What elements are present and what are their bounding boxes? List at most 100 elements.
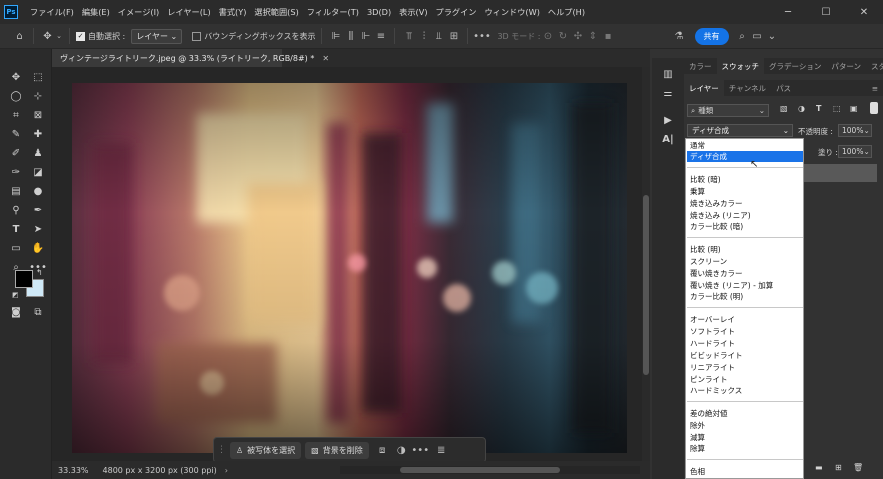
maximize-button[interactable]: ☐ [807,0,845,24]
more-icon[interactable]: ••• [411,445,429,456]
healing-brush-icon[interactable]: ✚ [29,126,47,142]
screen-mode-icon[interactable]: ⧉ [29,304,47,320]
eraser-tool-icon[interactable]: ◪ [29,164,47,180]
drag-handle-icon[interactable]: ⋮ [217,445,226,455]
blend-pin-light[interactable]: ピンライト [687,374,803,385]
remove-background-button[interactable]: ▧ 背景を削除 [305,441,369,459]
document-image[interactable] [72,83,627,453]
path-select-tool-icon[interactable]: ➤ [29,221,47,237]
tab-channels[interactable]: チャンネル [724,80,771,96]
quick-select-tool-icon[interactable]: ⊹ [29,88,47,104]
adjustment-filter-icon[interactable]: ◑ [798,104,805,113]
move-tool-icon[interactable]: ✥ [7,69,25,85]
menu-help[interactable]: ヘルプ(H) [544,6,589,18]
align-middle-icon[interactable]: ⫶ [416,31,431,42]
type-tool-icon[interactable]: T [7,221,25,237]
blur-tool-icon[interactable]: ● [29,183,47,199]
3d-orbit-icon[interactable]: ⊙ [541,31,556,42]
vertical-scrollbar[interactable] [642,67,650,461]
blend-dissolve[interactable]: ディザ合成 [687,151,803,162]
menu-select[interactable]: 選択範囲(S) [250,6,302,18]
workspace-chevron-icon[interactable]: ⌄ [765,31,780,42]
blend-divide[interactable]: 除算 [687,443,803,454]
3d-pan-icon[interactable]: ✣ [571,31,586,42]
new-layer-icon[interactable]: ⊞ [835,463,842,472]
blend-lighten[interactable]: 比較 (明) [687,244,803,255]
flask-icon[interactable]: ⚗ [672,31,687,42]
shape-tool-icon[interactable]: ▭ [7,240,25,256]
blend-lighter-color[interactable]: カラー比較 (明) [687,291,803,302]
new-group-icon[interactable]: ▬ [815,463,823,472]
filter-toggle[interactable] [870,102,878,114]
blend-linear-dodge[interactable]: 覆い焼き (リニア) - 加算 [687,280,803,291]
tab-patterns[interactable]: パターン [826,58,866,74]
fill-field[interactable]: 100% ⌄ [838,145,872,158]
status-arrow-icon[interactable]: › [225,466,228,475]
auto-select-checkbox[interactable]: ✓ 自動選択 : [76,31,125,42]
stamp-tool-icon[interactable]: ♟ [29,145,47,161]
blend-color-dodge[interactable]: 覆い焼きカラー [687,268,803,279]
default-colors-icon[interactable]: ◩ [12,291,19,299]
blend-screen[interactable]: スクリーン [687,256,803,267]
type-filter-icon[interactable]: T [816,104,821,113]
align-left-icon[interactable]: ⊫ [328,31,343,42]
tab-color[interactable]: カラー [684,58,717,74]
document-size[interactable]: 4800 px x 3200 px (300 ppi) [103,466,217,475]
crop-tool-icon[interactable]: ⌗ [7,107,25,123]
search-icon[interactable]: ⌕ [735,31,750,42]
blend-soft-light[interactable]: ソフトライト [687,326,803,337]
menu-edit[interactable]: 編集(E) [78,6,114,18]
delete-layer-icon[interactable]: 🗑 [853,463,863,472]
brush-tool-icon[interactable]: ✐ [7,145,25,161]
actions-play-icon[interactable]: ▶ [659,112,677,128]
smart-object-filter-icon[interactable]: ▣ [850,104,858,113]
shape-filter-icon[interactable]: ⬚ [833,104,841,113]
3d-slide-icon[interactable]: ⇕ [586,31,601,42]
frame-tool-icon[interactable]: ⊠ [29,107,47,123]
chevron-down-icon[interactable]: ⌄ [55,32,63,40]
layer-kind-filter[interactable]: ⌕ 種類 ⌄ [687,104,769,117]
close-tab-icon[interactable]: ✕ [322,54,329,63]
adjustments-panel-icon[interactable]: ⚌ [659,85,677,101]
move-tool-icon[interactable]: ✥ [40,31,55,42]
blend-overlay[interactable]: オーバーレイ [687,314,803,325]
select-subject-button[interactable]: ♙ 被写体を選択 [230,441,302,459]
photoshop-logo-icon[interactable]: Ps [4,5,18,19]
gradient-tool-icon[interactable]: ▤ [7,183,25,199]
blend-vivid-light[interactable]: ビビッドライト [687,350,803,361]
tab-styles[interactable]: スタイル [866,58,883,74]
document-tab[interactable]: ヴィンテージライトリーク.jpeg @ 33.3% (ライトリーク, RGB/8… [52,49,329,67]
distribute-icon[interactable]: ⊞ [446,31,461,42]
horizontal-scrollbar[interactable] [340,466,640,474]
3d-scale-icon[interactable]: ▪ [601,31,616,42]
menu-layer[interactable]: レイヤー(L) [163,6,214,18]
marquee-tool-icon[interactable]: ⬚ [29,69,47,85]
dodge-tool-icon[interactable]: ⚲ [7,202,25,218]
menu-3d[interactable]: 3D(D) [363,7,395,17]
quick-mask-icon[interactable]: ◙ [7,304,25,320]
close-button[interactable]: ✕ [845,0,883,24]
opacity-field[interactable]: 100% ⌄ [838,124,872,137]
align-center-icon[interactable]: ⫼ [343,31,358,42]
lasso-tool-icon[interactable]: ◯ [7,88,25,104]
align-right-icon[interactable]: ⊩ [358,31,373,42]
menu-image[interactable]: イメージ(I) [114,6,163,18]
blend-normal[interactable]: 通常 [687,140,803,151]
home-icon[interactable]: ⌂ [12,31,27,42]
swap-colors-icon[interactable]: ↰ [36,268,43,277]
auto-select-dropdown[interactable]: レイヤー ⌄ [131,28,183,44]
minimize-button[interactable]: ─ [769,0,807,24]
tab-paths[interactable]: パス [771,80,796,96]
tab-layers[interactable]: レイヤー [684,80,724,96]
workspace-icon[interactable]: ▭ [750,31,765,42]
pen-tool-icon[interactable]: ✒ [29,202,47,218]
hand-tool-icon[interactable]: ✋ [29,240,47,256]
tab-gradients[interactable]: グラデーション [764,58,826,74]
adjustment-icon[interactable]: ◑ [394,445,409,456]
menu-window[interactable]: ウィンドウ(W) [480,6,543,18]
zoom-level[interactable]: 33.33% [58,466,89,475]
menu-plugins[interactable]: プラグイン [432,6,481,18]
transform-icon[interactable]: ⧈ [375,445,390,456]
blend-multiply[interactable]: 乗算 [687,186,803,197]
foreground-color-swatch[interactable] [15,270,33,288]
